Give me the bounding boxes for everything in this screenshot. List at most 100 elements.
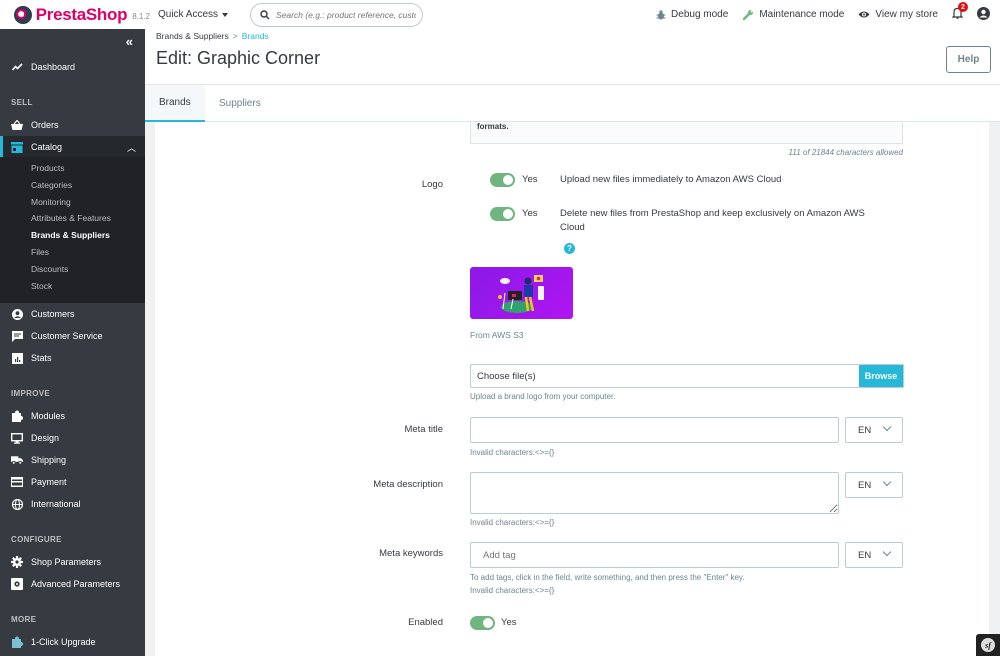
sidebar-item-customers[interactable]: Customers bbox=[0, 303, 145, 325]
breadcrumb-current[interactable]: Brands bbox=[242, 31, 269, 41]
tab-suppliers[interactable]: Suppliers bbox=[205, 85, 275, 122]
prestashop-logo[interactable]: PrestaShop 8.1.2 bbox=[0, 5, 150, 25]
enabled-toggle[interactable] bbox=[470, 616, 495, 630]
sidebar-item-international[interactable]: International bbox=[0, 493, 145, 515]
submenu-item-discounts[interactable]: Discounts bbox=[31, 264, 68, 274]
chat-icon bbox=[11, 330, 23, 342]
sidebar: « Dashboard SELL Orders Catalog ︿ Produc… bbox=[0, 29, 145, 656]
breadcrumb: Brands & Suppliers > Brands bbox=[156, 31, 269, 41]
quick-access-label: Quick Access bbox=[158, 9, 219, 20]
credit-card-icon bbox=[11, 476, 23, 488]
sidebar-item-customer-service[interactable]: Customer Service bbox=[0, 325, 145, 347]
debug-mode-label: Debug mode bbox=[671, 9, 729, 20]
meta-keywords-input[interactable] bbox=[470, 542, 839, 568]
sidebar-item-payment[interactable]: Payment bbox=[0, 471, 145, 493]
section-configure: CONFIGURE bbox=[11, 535, 62, 544]
top-bar: PrestaShop 8.1.2 Quick Access Debug mode… bbox=[0, 0, 1000, 29]
puzzle-icon bbox=[11, 636, 23, 648]
user-avatar-icon bbox=[977, 6, 990, 20]
gear-icon bbox=[11, 556, 23, 568]
meta-title-input[interactable] bbox=[470, 417, 839, 443]
sidebar-item-label: Customer Service bbox=[31, 331, 103, 341]
meta-keywords-language-select[interactable]: EN bbox=[845, 542, 903, 568]
settings-box-icon bbox=[11, 578, 23, 590]
symfony-icon: sf bbox=[981, 638, 995, 652]
user-circle-icon bbox=[11, 308, 23, 320]
breadcrumb-parent[interactable]: Brands & Suppliers bbox=[156, 31, 229, 41]
sidebar-item-label: Shipping bbox=[31, 455, 67, 465]
sidebar-item-design[interactable]: Design bbox=[0, 427, 145, 449]
submenu-item-stock[interactable]: Stock bbox=[31, 281, 52, 291]
logo-file-input[interactable]: Choose file(s) Browse bbox=[470, 364, 904, 388]
logo-illustration bbox=[498, 275, 544, 313]
meta-description-textarea[interactable] bbox=[470, 472, 839, 514]
sidebar-item-label: Advanced Parameters bbox=[31, 579, 121, 589]
sidebar-item-label: Customers bbox=[31, 309, 75, 319]
submenu-item-categories[interactable]: Categories bbox=[31, 180, 72, 190]
aws-upload-toggle[interactable] bbox=[490, 173, 515, 187]
globe-icon bbox=[11, 498, 23, 510]
search-input[interactable] bbox=[276, 9, 417, 20]
meta-title-language-select[interactable]: EN bbox=[845, 417, 903, 443]
collapse-sidebar-icon[interactable]: « bbox=[126, 34, 133, 49]
submenu-item-attributes[interactable]: Attributes & Features bbox=[31, 213, 111, 223]
notifications-button[interactable]: 2 bbox=[951, 2, 968, 22]
page-title: Edit: Graphic Corner bbox=[156, 48, 321, 68]
description-textarea[interactable]: formats. bbox=[470, 122, 903, 144]
breadcrumb-separator: > bbox=[232, 31, 238, 41]
sidebar-item-label: Modules bbox=[31, 411, 66, 421]
submenu-item-products[interactable]: Products bbox=[31, 163, 65, 173]
sidebar-item-catalog[interactable]: Catalog ︿ bbox=[0, 136, 145, 158]
sidebar-item-shipping[interactable]: Shipping bbox=[0, 449, 145, 471]
aws-delete-toggle[interactable] bbox=[490, 207, 515, 221]
view-store-link[interactable]: View my store bbox=[858, 9, 938, 20]
sidebar-item-label: International bbox=[31, 499, 81, 509]
section-improve: IMPROVE bbox=[11, 389, 50, 398]
account-button[interactable] bbox=[977, 6, 990, 23]
help-button[interactable]: Help bbox=[946, 46, 991, 73]
caret-down-icon bbox=[222, 12, 229, 17]
tab-brands[interactable]: Brands bbox=[145, 85, 205, 122]
search-box[interactable] bbox=[250, 2, 424, 27]
brand-form: formats. 111 of 21844 characters allowed… bbox=[155, 122, 989, 656]
sidebar-item-dashboard[interactable]: Dashboard bbox=[0, 56, 145, 78]
chevron-down-icon bbox=[882, 477, 892, 487]
enabled-label: Enabled bbox=[408, 617, 443, 628]
truck-icon bbox=[11, 454, 23, 466]
char-counter: 111 of 21844 characters allowed bbox=[788, 148, 903, 157]
aws-upload-description: Upload new files immediately to Amazon A… bbox=[560, 174, 782, 185]
language-code: EN bbox=[858, 424, 872, 436]
meta-title-label: Meta title bbox=[404, 424, 443, 435]
sidebar-item-modules[interactable]: Modules bbox=[0, 405, 145, 427]
view-store-label: View my store bbox=[875, 9, 938, 20]
wrench-icon bbox=[743, 9, 754, 20]
sidebar-item-1-click-upgrade[interactable]: 1-Click Upgrade bbox=[0, 631, 145, 653]
submenu-item-files[interactable]: Files bbox=[31, 247, 49, 257]
meta-title-invalid-chars: Invalid characters:<>={} bbox=[470, 448, 555, 457]
sidebar-item-label: Shop Parameters bbox=[31, 557, 102, 567]
section-sell: SELL bbox=[11, 98, 33, 107]
sidebar-item-label: Orders bbox=[31, 120, 59, 130]
sidebar-item-label: Design bbox=[31, 433, 60, 443]
maintenance-mode-link[interactable]: Maintenance mode bbox=[742, 9, 844, 21]
help-question-icon[interactable]: ? bbox=[564, 243, 575, 254]
submenu-item-monitoring[interactable]: Monitoring bbox=[31, 197, 71, 207]
notification-badge: 2 bbox=[958, 2, 968, 12]
meta-description-language-select[interactable]: EN bbox=[845, 472, 903, 498]
browse-button[interactable]: Browse bbox=[859, 365, 903, 387]
language-code: EN bbox=[858, 479, 872, 491]
debug-mode-link[interactable]: Debug mode bbox=[656, 9, 728, 20]
catalog-submenu: Products Categories Monitoring Attribute… bbox=[0, 157, 145, 303]
sidebar-item-label: Payment bbox=[31, 477, 67, 487]
submenu-item-brands-suppliers[interactable]: Brands & Suppliers bbox=[31, 230, 110, 240]
aws-delete-description: Delete new files from PrestaShop and kee… bbox=[560, 208, 865, 233]
sidebar-item-label: Dashboard bbox=[31, 62, 76, 72]
sidebar-item-shop-parameters[interactable]: Shop Parameters bbox=[0, 551, 145, 573]
sidebar-item-advanced-parameters[interactable]: Advanced Parameters bbox=[0, 573, 145, 595]
symfony-toolbar-toggle[interactable]: sf bbox=[976, 634, 1000, 656]
store-icon bbox=[11, 141, 23, 153]
sidebar-item-stats[interactable]: Stats bbox=[0, 347, 145, 369]
bug-icon bbox=[656, 9, 666, 19]
quick-access-dropdown[interactable]: Quick Access bbox=[158, 9, 229, 20]
sidebar-item-orders[interactable]: Orders bbox=[0, 114, 145, 136]
